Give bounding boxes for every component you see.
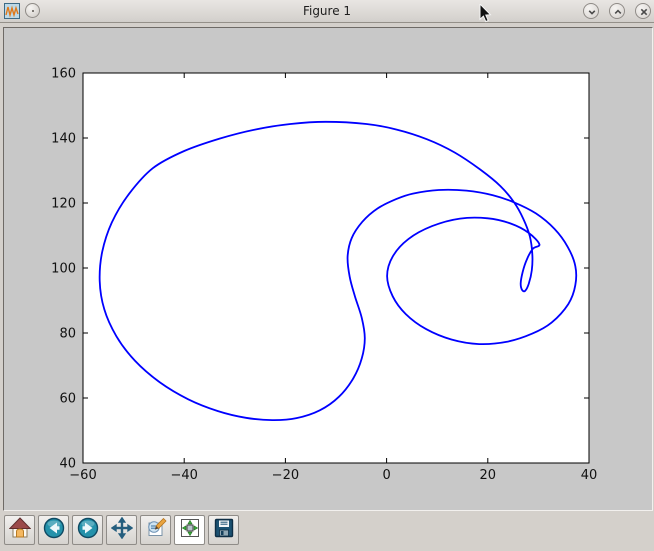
maximize-button[interactable] [609, 3, 625, 19]
home-icon [9, 517, 31, 543]
y-tick-label: 40 [59, 457, 76, 472]
x-tick-label: −40 [170, 468, 197, 483]
y-tick-label: 140 [51, 132, 76, 147]
home-button[interactable] [4, 515, 35, 545]
configure-subplots-icon [179, 517, 201, 543]
forward-arrow-icon [77, 517, 99, 543]
pan-arrows-icon [111, 517, 133, 543]
y-tick-label: 80 [59, 327, 76, 342]
titlebar[interactable]: Figure 1 [0, 0, 654, 23]
x-tick-label: 0 [382, 468, 390, 483]
close-button[interactable] [635, 3, 651, 19]
configure-subplots-button[interactable] [174, 515, 205, 545]
forward-button[interactable] [72, 515, 103, 545]
y-tick-label: 120 [51, 197, 76, 212]
y-tick-label: 160 [51, 67, 76, 82]
minimize-button[interactable] [583, 3, 599, 19]
y-tick-label: 60 [59, 392, 76, 407]
save-floppy-icon [213, 517, 235, 543]
back-button[interactable] [38, 515, 69, 545]
zoom-to-rect-icon [145, 517, 167, 543]
zoom-to-rect-button[interactable] [140, 515, 171, 545]
plot-canvas[interactable]: −60−40−2002040406080100120140160 [3, 27, 653, 511]
window-title: Figure 1 [0, 0, 654, 22]
x-tick-label: 20 [480, 468, 497, 483]
x-tick-label: −20 [272, 468, 299, 483]
x-tick-label: 40 [581, 468, 598, 483]
figure-window: Figure 1 −60−40−200204040608010012014016… [0, 0, 654, 551]
back-arrow-icon [43, 517, 65, 543]
plot-area[interactable] [83, 73, 589, 463]
save-button[interactable] [208, 515, 239, 545]
plot-toolbar [4, 514, 239, 546]
pan-button[interactable] [106, 515, 137, 545]
y-tick-label: 100 [51, 262, 76, 277]
